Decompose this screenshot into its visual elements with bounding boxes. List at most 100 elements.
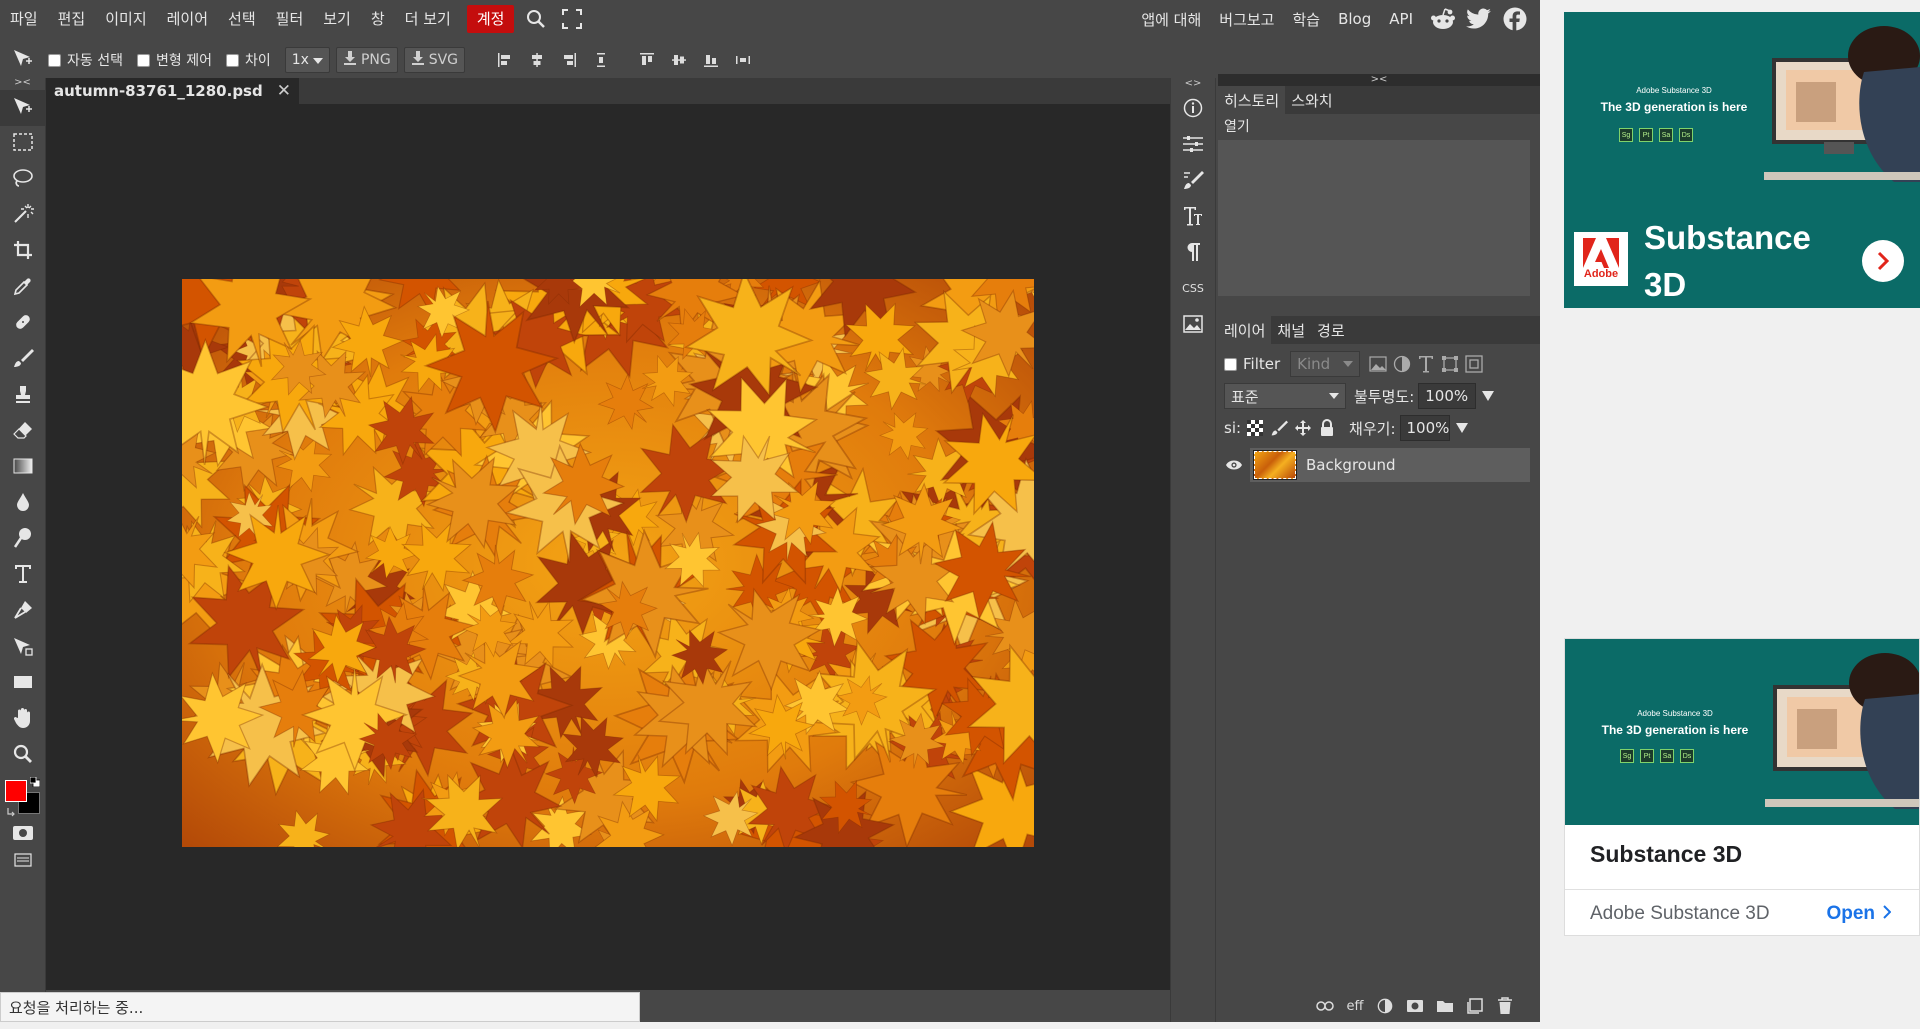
filter-checkbox[interactable] [1224, 357, 1237, 371]
css-icon[interactable]: CSS [1171, 270, 1215, 306]
swap-colors-icon[interactable] [6, 806, 18, 818]
tab-channels[interactable]: 채널 [1271, 316, 1311, 344]
transform-controls-option[interactable]: 변형 제어 [136, 50, 212, 70]
screen-mode-tool[interactable] [0, 850, 46, 874]
filter-adjustment-icon[interactable] [1392, 354, 1412, 374]
lock-pixels-icon[interactable] [1269, 418, 1289, 438]
opacity-input[interactable]: 100% [1418, 383, 1477, 409]
new-layer-icon[interactable] [1462, 993, 1488, 1019]
menu-window[interactable]: 창 [361, 5, 395, 33]
link-learn[interactable]: 학습 [1283, 9, 1329, 30]
image-panel-icon[interactable] [1171, 306, 1215, 342]
facebook-icon[interactable] [1500, 4, 1530, 34]
opacity-dropdown-icon[interactable] [1482, 387, 1495, 405]
gradient-tool[interactable] [0, 450, 46, 486]
distribute-h-icon[interactable] [589, 47, 613, 73]
align-left-icon[interactable] [493, 47, 517, 73]
character-icon[interactable] [1171, 198, 1215, 234]
align-top-icon[interactable] [635, 47, 659, 73]
eyedropper-tool[interactable] [0, 270, 46, 306]
trash-icon[interactable] [1492, 993, 1518, 1019]
distances-option[interactable]: 차이 [225, 50, 271, 70]
pen-tool[interactable] [0, 594, 46, 630]
lock-transparency-icon[interactable] [1245, 418, 1265, 438]
auto-select-checkbox[interactable] [48, 53, 61, 67]
layer-mask-icon[interactable] [1402, 993, 1428, 1019]
link-about[interactable]: 앱에 대해 [1132, 9, 1210, 30]
tab-history[interactable]: 히스토리 [1218, 86, 1286, 114]
lock-position-icon[interactable] [1293, 418, 1313, 438]
move-tool[interactable] [0, 90, 46, 126]
mid-column-collapse[interactable]: <> [1171, 78, 1215, 90]
menu-account[interactable]: 계정 [466, 5, 515, 33]
layer-effects-label[interactable]: eff [1342, 993, 1368, 1019]
filter-shape-icon[interactable] [1440, 354, 1460, 374]
image-canvas[interactable] [182, 279, 1034, 847]
quick-mask-tool[interactable] [0, 820, 46, 850]
menu-image[interactable]: 이미지 [95, 5, 156, 33]
menu-filter[interactable]: 필터 [266, 5, 314, 33]
filter-smart-object-icon[interactable] [1464, 354, 1484, 374]
transform-controls-checkbox[interactable] [136, 53, 150, 67]
shape-tool[interactable] [0, 666, 46, 702]
foreground-color-swatch[interactable] [5, 780, 27, 802]
zoom-select[interactable]: 1x [284, 47, 330, 73]
toolbar-collapse[interactable]: >< [0, 78, 45, 90]
eye-icon[interactable] [1218, 448, 1250, 482]
menu-view[interactable]: 보기 [313, 5, 361, 33]
export-svg-button[interactable]: SVG [403, 47, 466, 73]
search-icon[interactable] [522, 5, 550, 33]
fullscreen-icon[interactable] [558, 5, 586, 33]
type-tool[interactable] [0, 558, 46, 594]
adjustment-layer-icon[interactable] [1372, 993, 1398, 1019]
brush-settings-icon[interactable] [1171, 162, 1215, 198]
dodge-tool[interactable] [0, 522, 46, 558]
tab-swatches[interactable]: 스와치 [1285, 86, 1338, 114]
new-group-icon[interactable] [1432, 993, 1458, 1019]
hand-tool[interactable] [0, 702, 46, 738]
menu-more[interactable]: 더 보기 [395, 5, 461, 33]
twitter-icon[interactable] [1464, 4, 1494, 34]
distances-checkbox[interactable] [225, 53, 239, 67]
align-middle-v-icon[interactable] [667, 47, 691, 73]
link-blog[interactable]: Blog [1329, 10, 1380, 28]
lock-all-icon[interactable] [1317, 418, 1337, 438]
ad2-open-button[interactable]: Open [1826, 903, 1892, 925]
info-icon[interactable] [1171, 90, 1215, 126]
fill-dropdown-icon[interactable] [1455, 419, 1468, 437]
ad-banner-top[interactable]: ⓘ ✕ Adobe Substance 3D The 3D generation… [1564, 12, 1920, 308]
ad1-arrow-button[interactable] [1862, 240, 1904, 282]
menu-layer[interactable]: 레이어 [157, 5, 218, 33]
crop-tool[interactable] [0, 234, 46, 270]
tab-paths[interactable]: 경로 [1311, 316, 1351, 344]
align-center-h-icon[interactable] [525, 47, 549, 73]
zoom-tool[interactable] [0, 738, 46, 774]
magic-wand-tool[interactable] [0, 198, 46, 234]
history-item-open[interactable]: 열기 [1218, 114, 1540, 140]
right-panels-collapse[interactable]: >< [1218, 74, 1540, 86]
filter-image-icon[interactable] [1368, 354, 1388, 374]
eraser-tool[interactable] [0, 414, 46, 450]
blur-tool[interactable] [0, 486, 46, 522]
auto-select-option[interactable]: 자동 선택 [48, 50, 123, 70]
tab-layers[interactable]: 레이어 [1218, 316, 1272, 344]
path-select-tool[interactable] [0, 630, 46, 666]
brush-tool[interactable] [0, 342, 46, 378]
filter-type-icon[interactable] [1416, 354, 1436, 374]
default-colors-icon[interactable] [29, 776, 41, 788]
link-api[interactable]: API [1380, 10, 1422, 28]
menu-file[interactable]: 파일 [0, 5, 48, 33]
fill-input[interactable]: 100% [1399, 415, 1450, 441]
align-right-icon[interactable] [557, 47, 581, 73]
adjustments-icon[interactable] [1171, 126, 1215, 162]
paragraph-icon[interactable] [1171, 234, 1215, 270]
link-bug-report[interactable]: 버그보고 [1210, 9, 1283, 30]
marquee-tool[interactable] [0, 126, 46, 162]
kind-select[interactable]: Kind [1290, 351, 1361, 377]
lasso-tool[interactable] [0, 162, 46, 198]
distribute-v-icon[interactable] [731, 47, 755, 73]
clone-stamp-tool[interactable] [0, 378, 46, 414]
blend-mode-select[interactable]: 표준 [1224, 383, 1346, 409]
reddit-icon[interactable] [1428, 4, 1458, 34]
link-layers-icon[interactable] [1312, 993, 1338, 1019]
